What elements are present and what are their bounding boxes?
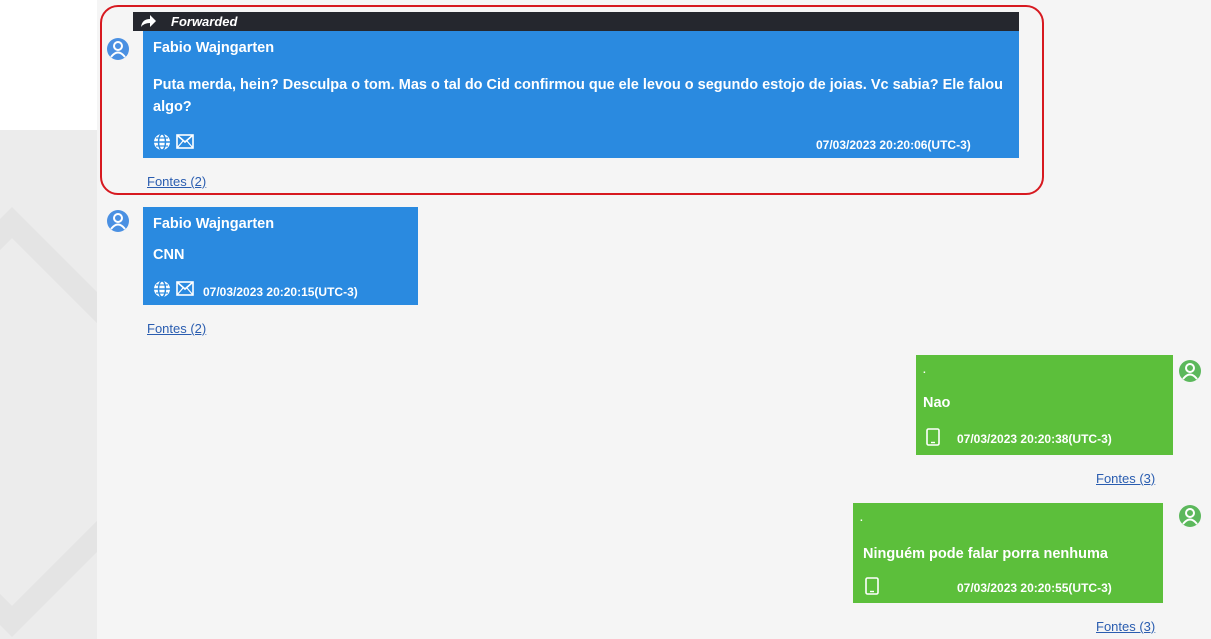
sources-link[interactable]: Fontes (2) [147,321,206,336]
message-marker: . [860,513,863,524]
message-timestamp: 07/03/2023 20:20:15(UTC-3) [203,285,358,299]
message-bubble[interactable]: . Ninguém pode falar porra nenhuma 07/03… [853,503,1163,603]
sender-name: Fabio Wajngarten [153,216,275,232]
message-timestamp: 07/03/2023 20:20:38(UTC-3) [957,432,1112,446]
highlight-box [100,5,1044,195]
message-bubble[interactable]: Fabio Wajngarten CNN 07/03/2023 20:20:15… [143,207,418,305]
message-text: Ninguém pode falar porra nenhuma [863,546,1108,562]
owner-avatar-icon[interactable] [1179,505,1201,527]
phone-icon[interactable] [926,428,940,451]
envelope-icon[interactable] [176,281,194,301]
sources-link[interactable]: Fontes (3) [1096,619,1155,634]
message-bubble[interactable]: . Nao 07/03/2023 20:20:38(UTC-3) [916,355,1173,455]
phone-icon[interactable] [865,577,879,600]
message-text: Nao [923,395,951,411]
message-text: CNN [153,247,185,263]
message-marker: . [923,365,926,376]
message-timestamp: 07/03/2023 20:20:55(UTC-3) [957,581,1112,595]
contact-avatar-icon[interactable] [107,210,129,232]
owner-avatar-icon[interactable] [1179,360,1201,382]
globe-icon[interactable] [153,280,171,303]
sources-link[interactable]: Fontes (3) [1096,471,1155,486]
left-panel-background [0,130,97,639]
